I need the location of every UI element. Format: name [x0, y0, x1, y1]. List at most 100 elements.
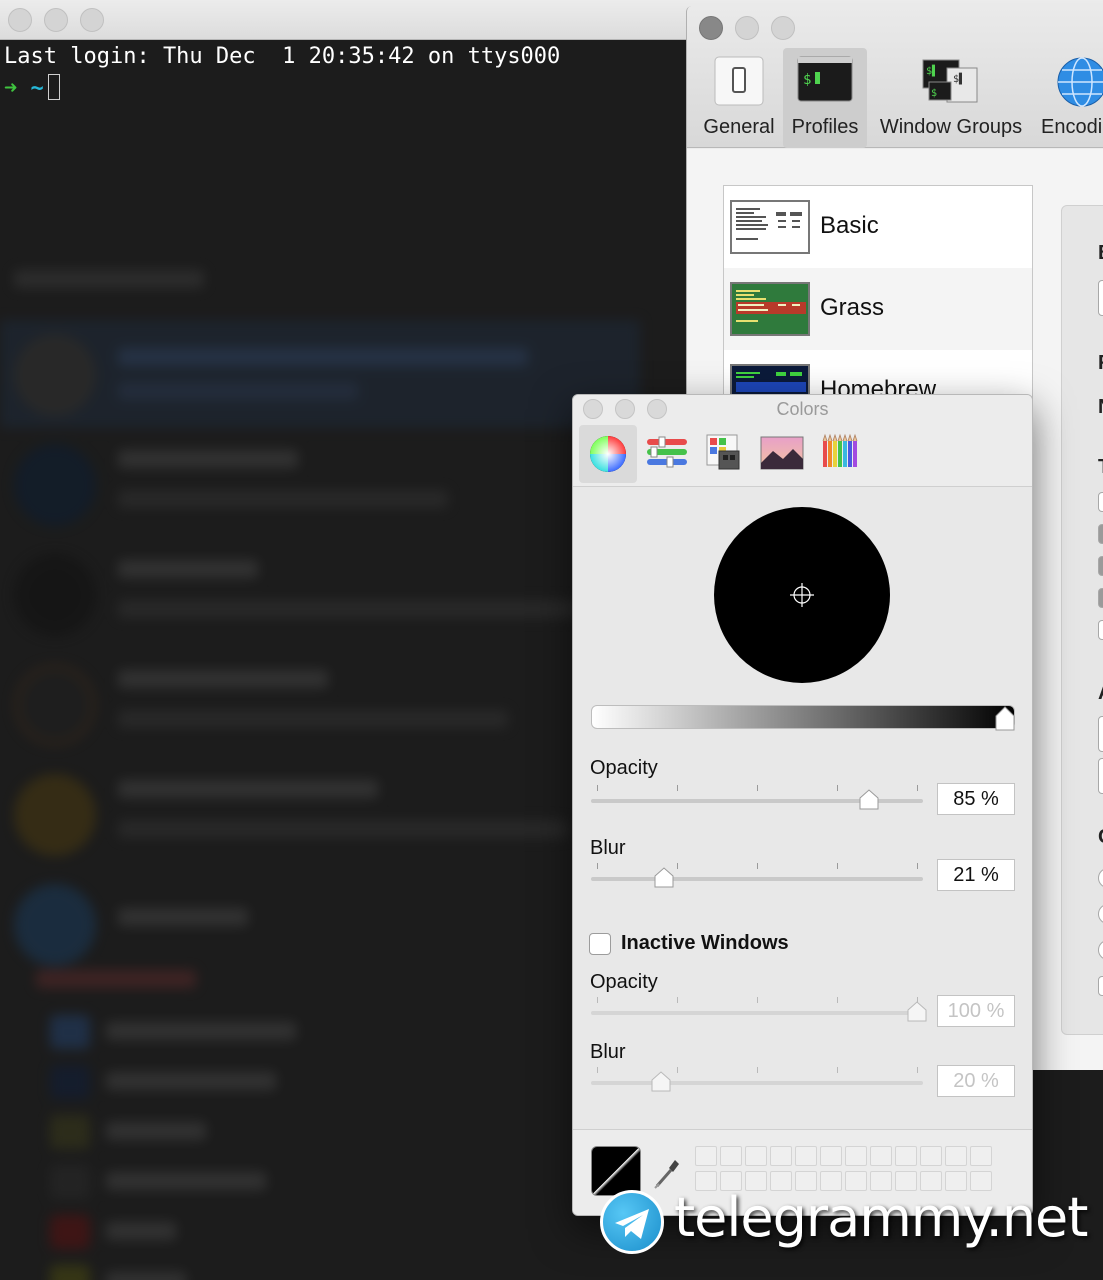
truncated-label: N	[1098, 396, 1103, 419]
blur-value-field[interactable]: 21 %	[937, 859, 1015, 891]
list-item[interactable]: Basic	[724, 186, 1032, 268]
tab-encodings[interactable]: Encodi	[1037, 48, 1103, 148]
brightness-slider[interactable]	[591, 705, 1016, 732]
slider-tick	[757, 997, 758, 1003]
close-button[interactable]	[699, 16, 723, 40]
inactive-windows-label: Inactive Windows	[621, 932, 789, 954]
crosshair-icon	[790, 583, 814, 607]
favorite-swatch-slot[interactable]	[745, 1146, 767, 1166]
color-well[interactable]	[1098, 758, 1103, 794]
list-item[interactable]: Grass	[724, 268, 1032, 350]
inactive-windows-checkbox[interactable]	[589, 933, 611, 955]
zoom-button[interactable]	[771, 16, 795, 40]
color-well[interactable]	[1098, 716, 1103, 752]
inactive-opacity-slider[interactable]	[591, 997, 927, 1027]
favorite-swatch-slot[interactable]	[845, 1146, 867, 1166]
blur-slider[interactable]	[591, 863, 923, 893]
truncated-label: B	[1098, 242, 1103, 265]
watermark: telegrammy.net	[600, 1186, 1103, 1256]
opacity-value-field[interactable]: 85 %	[937, 783, 1015, 815]
slider-tick	[837, 785, 838, 791]
favorite-swatch-slot[interactable]	[870, 1146, 892, 1166]
favorite-swatch-slot[interactable]	[895, 1146, 917, 1166]
checkbox[interactable]	[1098, 620, 1103, 640]
opacity-slider[interactable]	[591, 785, 923, 815]
radio-button[interactable]	[1098, 904, 1103, 924]
slider-tick	[917, 785, 918, 791]
truncated-label: A	[1098, 682, 1103, 705]
slider-tick	[757, 785, 758, 791]
slider-knob[interactable]	[906, 1001, 928, 1023]
color-wheel-icon	[579, 435, 637, 487]
inactive-blur-slider[interactable]	[591, 1067, 923, 1097]
telegram-logo-icon	[600, 1190, 664, 1254]
truncated-label: T	[1098, 456, 1103, 479]
slider-tick	[597, 863, 598, 869]
favorite-swatch-slot[interactable]	[695, 1146, 717, 1166]
shell-prompt: ➜ ~	[4, 74, 60, 101]
zoom-button[interactable]	[80, 8, 104, 32]
tab-color-palettes[interactable]	[695, 425, 753, 483]
svg-text:$: $	[803, 72, 811, 88]
color-sliders-icon	[637, 436, 695, 487]
profile-thumbnail	[730, 200, 810, 254]
checkbox[interactable]	[1098, 492, 1103, 512]
close-button[interactable]	[8, 8, 32, 32]
tab-profiles[interactable]: $ Profiles	[783, 48, 867, 148]
eyedropper-icon[interactable]	[653, 1156, 681, 1190]
favorite-swatch-slot[interactable]	[970, 1146, 992, 1166]
colors-titlebar: Colors	[573, 395, 1032, 423]
slider-knob[interactable]	[653, 867, 675, 889]
checkbox[interactable]	[1098, 524, 1103, 544]
profile-thumbnail	[730, 282, 810, 336]
color-palettes-icon	[695, 434, 753, 487]
opacity-label: Opacity	[590, 757, 658, 779]
favorite-swatch-slot[interactable]	[720, 1146, 742, 1166]
radio-button[interactable]	[1098, 940, 1103, 960]
tab-pencils[interactable]	[811, 425, 869, 483]
favorite-swatch-slot[interactable]	[795, 1146, 817, 1166]
inactive-opacity-value-field[interactable]: 100 %	[937, 995, 1015, 1027]
image-palettes-icon	[753, 436, 811, 487]
tab-general[interactable]: General	[699, 48, 779, 148]
svg-text:$▌: $▌	[926, 64, 938, 77]
color-wheel[interactable]	[714, 507, 890, 683]
terminal-cursor	[47, 74, 60, 100]
panel-title: Colors	[776, 399, 829, 419]
favorite-swatch-slot[interactable]	[820, 1146, 842, 1166]
favorite-swatch-slot[interactable]	[770, 1146, 792, 1166]
checkbox[interactable]	[1098, 556, 1103, 576]
favorite-swatch-slot[interactable]	[945, 1146, 967, 1166]
minimize-button[interactable]	[735, 16, 759, 40]
color-mode-tabs	[573, 423, 1032, 487]
slider-knob[interactable]	[994, 706, 1016, 732]
slider-tick	[757, 863, 758, 869]
slider-tick	[677, 863, 678, 869]
slider-knob[interactable]	[858, 789, 880, 811]
watermark-text: telegrammy.net	[674, 1186, 1088, 1249]
tab-color-wheel[interactable]	[579, 425, 637, 483]
slider-tick	[677, 1067, 678, 1073]
tab-window-groups[interactable]: $▌ $▌ $ Window Groups	[873, 48, 1029, 148]
favorite-swatch-slot[interactable]	[920, 1146, 942, 1166]
color-picker-area: Opacity 85 % Blur 21 % Inactive Windows …	[573, 487, 1032, 1215]
slider-tick	[677, 785, 678, 791]
window-groups-icon: $▌ $▌ $	[921, 56, 981, 111]
slider-tick	[597, 1067, 598, 1073]
slider-knob[interactable]	[650, 1071, 672, 1093]
minimize-button[interactable]	[44, 8, 68, 32]
checkbox[interactable]	[1098, 588, 1103, 608]
svg-text:$▌: $▌	[953, 72, 965, 85]
radio-button[interactable]	[1098, 868, 1103, 888]
slider-tick	[917, 863, 918, 869]
inactive-opacity-label: Opacity	[590, 971, 658, 993]
tab-color-sliders[interactable]	[637, 425, 695, 483]
pencils-icon	[811, 433, 869, 487]
tab-label: Encodi	[1041, 116, 1103, 138]
profile-list: Basic Grass Homebrew	[723, 185, 1033, 415]
terminal-profile-icon: $	[797, 56, 853, 107]
tab-image-palettes[interactable]	[753, 425, 811, 483]
checkbox[interactable]	[1098, 976, 1103, 996]
background-swatch[interactable]	[1098, 280, 1103, 316]
inactive-blur-value-field[interactable]: 20 %	[937, 1065, 1015, 1097]
